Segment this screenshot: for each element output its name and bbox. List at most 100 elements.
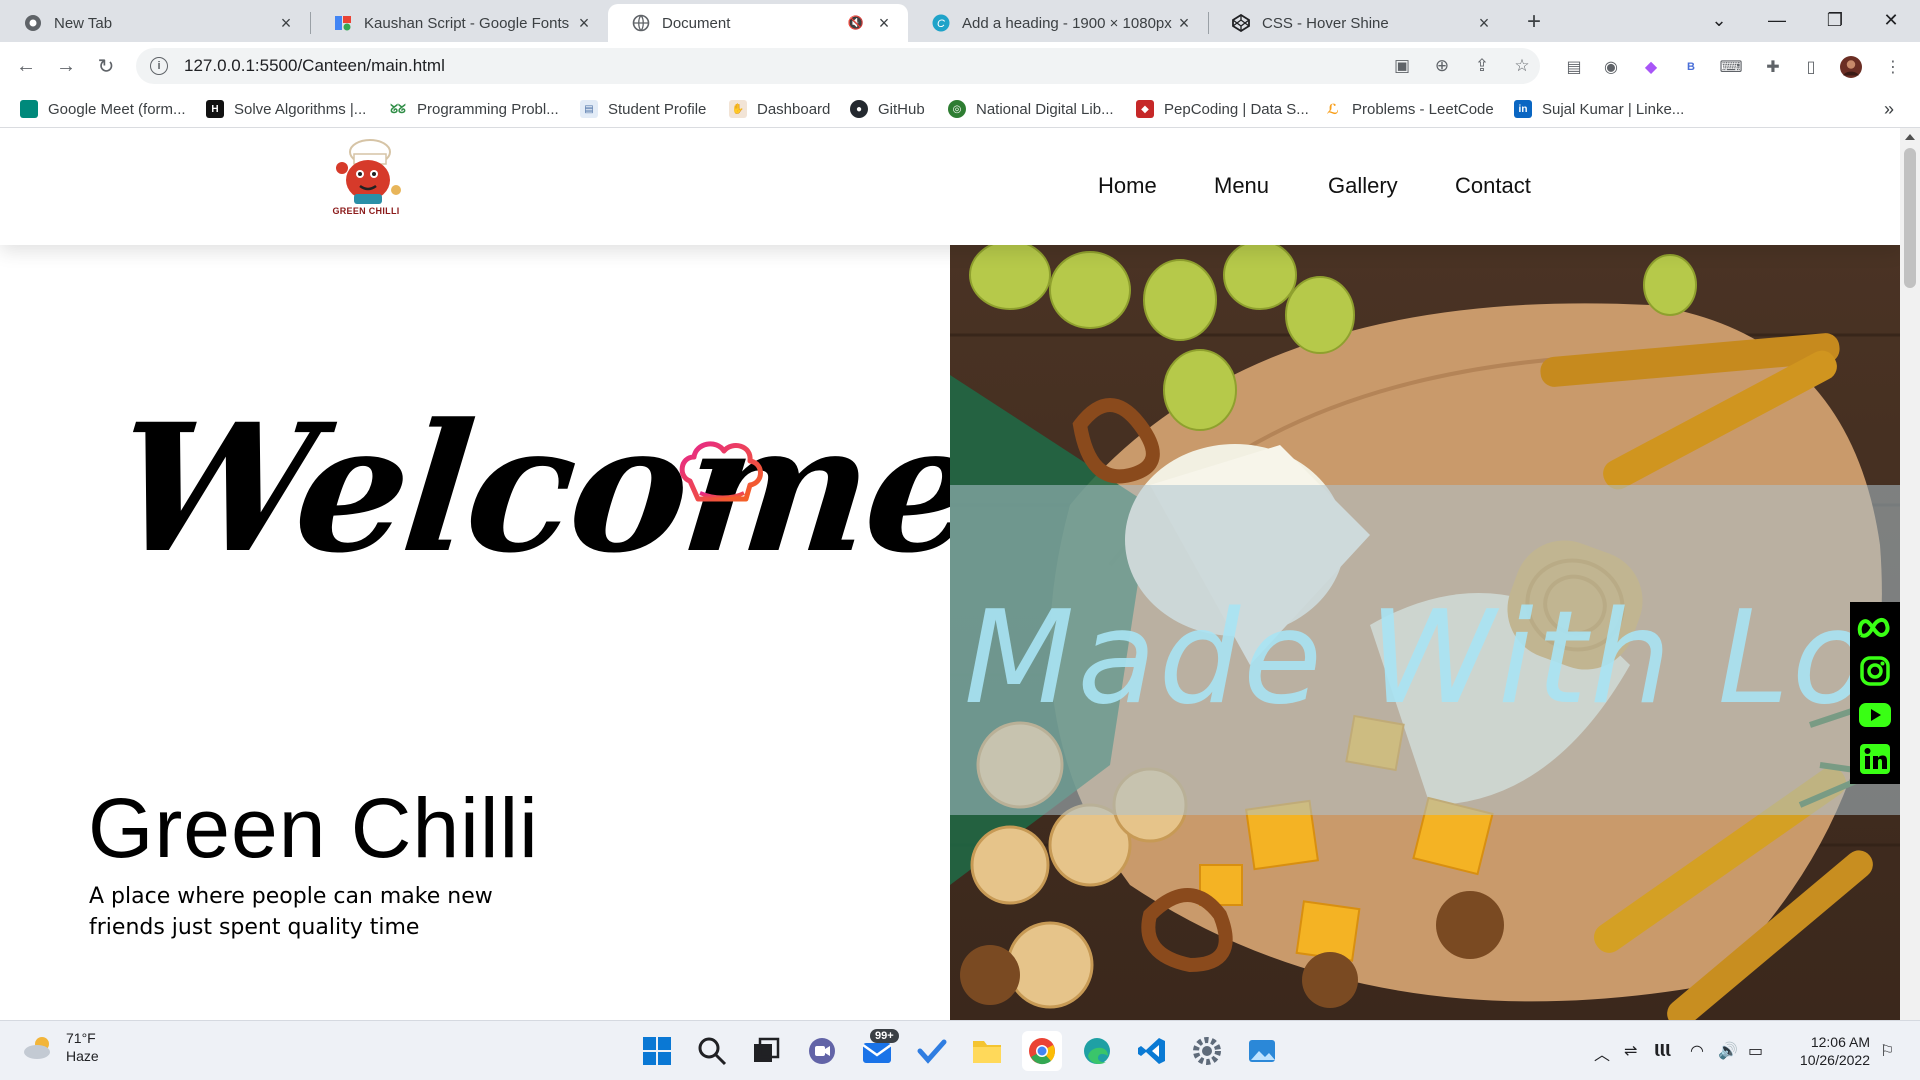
tab-title: CSS - Hover Shine: [1262, 14, 1389, 32]
nav-gallery[interactable]: Gallery: [1328, 173, 1398, 199]
mail-badge: 99+: [870, 1029, 899, 1043]
clock-date: 10/26/2022: [1799, 1052, 1870, 1068]
nav-menu[interactable]: Menu: [1214, 173, 1269, 199]
sliders-icon[interactable]: ⇌: [1624, 1041, 1637, 1061]
close-icon[interactable]: ×: [276, 13, 296, 33]
chrome-icon[interactable]: [1022, 1031, 1062, 1071]
teams-chat-icon[interactable]: [802, 1031, 842, 1071]
vscode-icon[interactable]: [1132, 1031, 1172, 1071]
settings-icon[interactable]: [1187, 1031, 1227, 1071]
google-fonts-icon: [334, 14, 352, 32]
system-clock[interactable]: 12:06 AM 10/26/2022: [1786, 1033, 1870, 1069]
close-icon[interactable]: ×: [1474, 13, 1494, 33]
scrollbar-thumb[interactable]: [1904, 148, 1916, 288]
tab-google-fonts[interactable]: Kaushan Script - Google Fonts ×: [310, 4, 608, 42]
tab-codepen[interactable]: CSS - Hover Shine ×: [1208, 4, 1508, 42]
bookmark-item[interactable]: H Solve Algorithms |...: [206, 98, 366, 120]
extension-icon[interactable]: ▤: [1563, 56, 1585, 78]
geeksforgeeks-icon: ᘜᘜ: [389, 100, 407, 118]
weather-temp: 71°F: [66, 1030, 96, 1046]
bookmark-item[interactable]: ● GitHub: [850, 98, 925, 120]
file-explorer-icon[interactable]: [967, 1031, 1007, 1071]
battery-icon[interactable]: ▭: [1748, 1041, 1763, 1061]
mute-icon[interactable]: 🔇: [848, 15, 864, 31]
tab-canva[interactable]: C Add a heading - 1900 × 1080px ×: [908, 4, 1208, 42]
windows-start-icon[interactable]: [637, 1031, 677, 1071]
linkedin-icon[interactable]: [1856, 740, 1894, 778]
avatar[interactable]: [1840, 56, 1862, 78]
tab-strip: New Tab × Kaushan Script - Google Fonts …: [0, 0, 1920, 42]
social-sidebar: [1850, 602, 1900, 784]
minimize-button[interactable]: —: [1748, 0, 1806, 40]
weather-desc: Haze: [66, 1048, 99, 1064]
bookmark-label: Problems - LeetCode: [1352, 100, 1494, 118]
tab-title: Add a heading - 1900 × 1080px: [962, 14, 1172, 32]
volume-icon[interactable]: 🔊: [1718, 1041, 1738, 1061]
extension-icon[interactable]: ⌨: [1719, 56, 1742, 78]
edge-icon[interactable]: [1077, 1031, 1117, 1071]
extension-icon[interactable]: ◉: [1600, 56, 1622, 78]
zoom-icon[interactable]: ⊕: [1432, 56, 1452, 76]
extension-icon[interactable]: ◆: [1640, 56, 1662, 78]
bookmark-label: Google Meet (form...: [48, 100, 186, 118]
browser-toolbar: ← → ↻ i 127.0.0.1:5500/Canteen/main.html…: [0, 42, 1920, 90]
tab-title: New Tab: [54, 14, 113, 32]
bookmark-item[interactable]: ◎ National Digital Lib...: [948, 98, 1114, 120]
site-logo[interactable]: GREEN CHILLI: [330, 138, 402, 224]
tab-document[interactable]: Document 🔇 ×: [608, 4, 908, 42]
kebab-menu-icon[interactable]: ⋮: [1882, 56, 1904, 78]
nav-contact[interactable]: Contact: [1455, 173, 1531, 199]
back-button[interactable]: ←: [12, 52, 40, 80]
bookmark-item[interactable]: ✋ Dashboard: [729, 98, 830, 120]
blocked-video-icon[interactable]: ▣: [1392, 56, 1412, 76]
forward-button[interactable]: →: [52, 52, 80, 80]
bookmark-label: PepCoding | Data S...: [1164, 100, 1309, 118]
bookmark-label: Sujal Kumar | Linke...: [1542, 100, 1685, 118]
bookmark-item[interactable]: in Sujal Kumar | Linke...: [1514, 98, 1684, 120]
address-bar[interactable]: i 127.0.0.1:5500/Canteen/main.html ▣ ⊕ ⇪…: [136, 48, 1540, 84]
site-info-icon[interactable]: i: [150, 57, 168, 75]
share-icon[interactable]: ⇪: [1472, 56, 1492, 76]
notifications-icon[interactable]: ⚐: [1880, 1041, 1894, 1061]
more-bookmarks-button[interactable]: »: [1884, 98, 1894, 120]
todo-icon[interactable]: [912, 1031, 952, 1071]
bookmark-star-icon[interactable]: ☆: [1512, 56, 1532, 76]
bookmark-label: Solve Algorithms |...: [234, 100, 367, 118]
close-icon[interactable]: ×: [874, 13, 894, 33]
photos-icon[interactable]: [1242, 1031, 1282, 1071]
library-icon: ◎: [948, 100, 966, 118]
brand-name: Green Chilli: [88, 781, 539, 875]
hero-tagline: Made With Love: [964, 584, 1900, 733]
bookmark-item[interactable]: ℒ Problems - LeetCode: [1324, 98, 1494, 120]
instagram-icon[interactable]: [1856, 652, 1894, 690]
show-hidden-icons-icon[interactable]: ︿: [1594, 1041, 1610, 1065]
bookmark-item[interactable]: Google Meet (form...: [20, 98, 186, 120]
network-meter-icon[interactable]: 𝗹𝗹𝗹: [1654, 1041, 1670, 1061]
close-icon[interactable]: ×: [1174, 13, 1194, 33]
wifi-icon[interactable]: ◠: [1690, 1041, 1704, 1061]
scroll-up-arrow-icon[interactable]: [1905, 134, 1915, 140]
bookmark-item[interactable]: ▤ Student Profile: [580, 98, 706, 120]
tab-search-button[interactable]: ⌄: [1690, 0, 1748, 40]
task-view-icon[interactable]: [747, 1031, 787, 1071]
bookmark-item[interactable]: ◆ PepCoding | Data S...: [1136, 98, 1309, 120]
restore-button[interactable]: ❐: [1806, 0, 1864, 40]
search-icon[interactable]: [692, 1031, 732, 1071]
side-panel-icon[interactable]: ▯: [1800, 56, 1822, 78]
youtube-icon[interactable]: [1856, 696, 1894, 734]
weather-widget[interactable]: 71°F Haze: [22, 1029, 99, 1065]
meta-icon[interactable]: [1856, 608, 1894, 646]
window-close-button[interactable]: ✕: [1862, 0, 1920, 40]
page-scrollbar[interactable]: [1900, 128, 1920, 1020]
logo-text: GREEN CHILLI: [332, 206, 400, 216]
tab-new-tab[interactable]: New Tab ×: [0, 4, 310, 42]
reload-button[interactable]: ↻: [92, 52, 120, 80]
nav-home[interactable]: Home: [1098, 173, 1157, 199]
close-icon[interactable]: ×: [574, 13, 594, 33]
extension-icon[interactable]: B: [1680, 56, 1702, 78]
bookmark-item[interactable]: ᘜᘜ Programming Probl...: [389, 98, 559, 120]
new-tab-button[interactable]: +: [1520, 8, 1548, 36]
puzzle-icon[interactable]: ✚: [1762, 56, 1784, 78]
linkedin-icon: in: [1514, 100, 1532, 118]
svg-text:C: C: [937, 18, 945, 30]
